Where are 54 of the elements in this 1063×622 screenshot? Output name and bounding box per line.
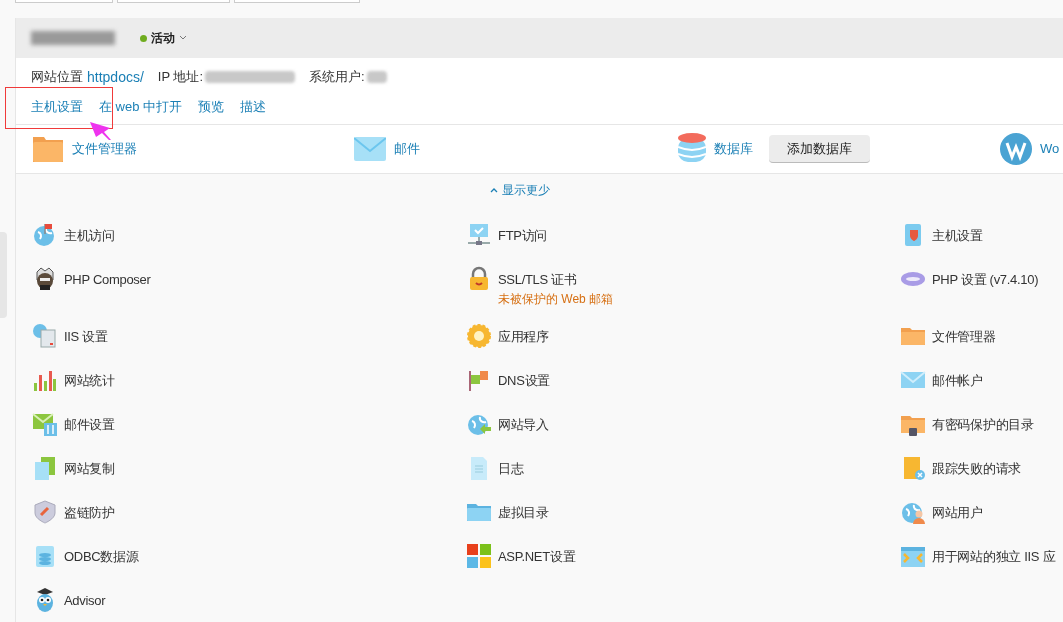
tool-link[interactable]: SSL/TLS 证书 [498, 270, 614, 290]
warning-text: 未被保护的 Web 邮箱 [498, 290, 614, 308]
shield-link-icon [32, 499, 58, 525]
tool-link[interactable]: 日志 [498, 459, 524, 479]
tool-link[interactable]: PHP 设置 (v7.4.10) [932, 270, 1039, 290]
location-label: 网站位置 [31, 68, 83, 87]
tool-link[interactable]: PHP Composer [64, 270, 151, 290]
documents-icon [32, 455, 58, 481]
tool-link[interactable]: 应用程序 [498, 327, 549, 347]
user-label: 系统用户: [309, 68, 365, 87]
folder-icon [32, 135, 64, 163]
tool-link[interactable]: DNS设置 [498, 371, 550, 391]
quick-link[interactable]: 邮件 [394, 139, 420, 159]
gear-icon [466, 323, 492, 349]
tool-link[interactable]: 盗链防护 [64, 503, 115, 523]
status-dropdown[interactable]: 活动 [140, 29, 187, 47]
tool-link[interactable]: 主机设置 [932, 226, 983, 246]
envelope-icon [354, 136, 386, 162]
tool-link[interactable]: Advisor [64, 591, 106, 611]
ip-label: IP 地址: [157, 68, 204, 87]
tool-link[interactable]: ODBC数据源 [64, 547, 139, 567]
tool-link[interactable]: 网站用户 [932, 503, 983, 523]
tool-link[interactable]: 网站统计 [64, 371, 115, 391]
show-less-link[interactable]: 显示更少 [489, 181, 550, 199]
server-globe-icon [32, 323, 58, 349]
quick-link[interactable]: Wo [1040, 139, 1060, 159]
tool-link[interactable]: 跟踪失败的请求 [932, 459, 1021, 479]
httpdocs-link[interactable]: httpdocs/ [87, 66, 144, 88]
database-icon [678, 133, 706, 165]
four-squares-icon [466, 543, 492, 569]
tool-link[interactable]: IIS 设置 [64, 327, 108, 347]
monitor-network-icon [466, 222, 492, 248]
tool-link[interactable]: 邮件设置 [64, 415, 115, 435]
tool-link[interactable]: FTP访问 [498, 226, 548, 246]
tool-link[interactable]: 网站复制 [64, 459, 115, 479]
quick-link[interactable]: 文件管理器 [72, 139, 137, 159]
action-link[interactable]: 描述 [240, 97, 267, 117]
quick-link[interactable]: 数据库 [714, 139, 753, 159]
tool-link[interactable]: 虚拟目录 [498, 503, 549, 523]
chevron-down-icon [179, 35, 187, 41]
tool-link[interactable]: 有密码保护的目录 [932, 415, 1034, 435]
blurred-text [366, 71, 387, 83]
tool-link[interactable]: 主机访问 [64, 226, 115, 246]
tool-link[interactable]: 用于网站的独立 IIS 应 [932, 547, 1056, 567]
envelope-sliders-icon [32, 411, 58, 437]
add-database-button[interactable]: 添加数据库 [769, 135, 870, 163]
action-link[interactable]: 主机设置 [31, 97, 83, 117]
chevron-up-icon [489, 187, 498, 193]
action-link[interactable]: 预览 [198, 97, 225, 117]
tool-link[interactable]: 网站导入 [498, 415, 549, 435]
tool-link[interactable]: ASP.NET设置 [498, 547, 576, 567]
tool-link[interactable]: 邮件帐户 [932, 371, 983, 391]
action-link[interactable]: 在 web 中打开 [99, 97, 183, 117]
tool-link[interactable]: 文件管理器 [932, 327, 996, 347]
